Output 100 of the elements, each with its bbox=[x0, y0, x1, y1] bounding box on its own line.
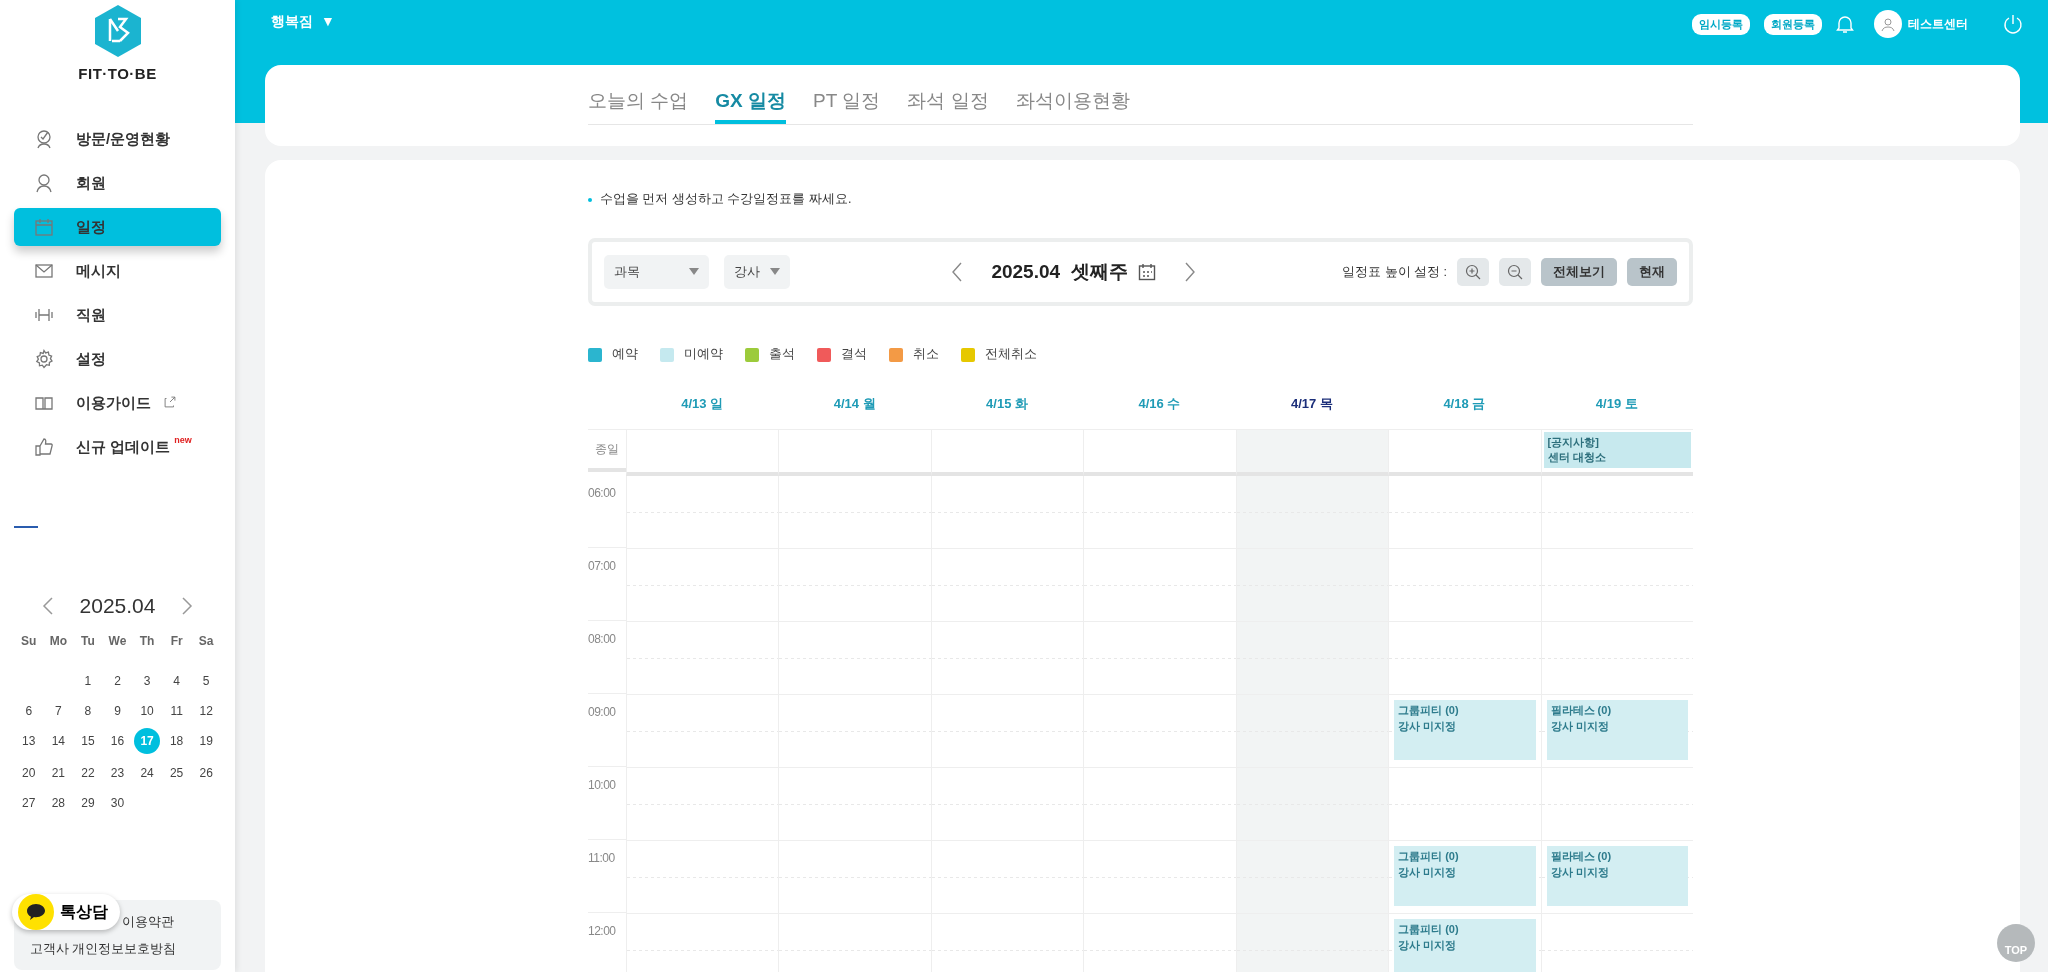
calendar-day[interactable]: 4 bbox=[163, 670, 190, 692]
calendar-day[interactable]: 7 bbox=[45, 700, 72, 722]
day-header: 4/16 수 bbox=[1083, 379, 1236, 430]
calendar-day[interactable]: 2 bbox=[104, 670, 131, 692]
previous-week-button[interactable] bbox=[951, 261, 964, 283]
privacy-policy-link[interactable]: 고객사 개인정보보호방침 bbox=[30, 941, 221, 958]
sidebar-menu-item[interactable]: 회원 bbox=[14, 164, 221, 202]
weekday-label: Su bbox=[20, 634, 38, 648]
class-event[interactable]: 그룹피티 (0) 강사 미지정 bbox=[1394, 919, 1536, 972]
view-button[interactable]: 현재 bbox=[1627, 258, 1677, 286]
calendar-day[interactable]: 26 bbox=[193, 762, 220, 784]
legend-label: 미예약 bbox=[684, 346, 723, 363]
calendar-day[interactable]: 13 bbox=[15, 730, 42, 752]
calendar-day[interactable]: 5 bbox=[193, 670, 220, 692]
chat-consult-button[interactable]: 톡상담 bbox=[12, 894, 120, 930]
day-header: 4/13 일 bbox=[626, 379, 779, 430]
calendar-day[interactable]: 30 bbox=[104, 792, 131, 814]
class-event[interactable]: 필라테스 (0) 강사 미지정 bbox=[1546, 700, 1688, 760]
legend-label: 출석 bbox=[769, 346, 795, 363]
calendar-day[interactable]: 21 bbox=[45, 762, 72, 784]
calendar-day[interactable]: 24 bbox=[134, 762, 161, 784]
tab[interactable]: 오늘의 수업 bbox=[588, 88, 689, 124]
gear-icon bbox=[34, 349, 54, 369]
day-header: 4/19 토 bbox=[1540, 379, 1693, 430]
calendar-day[interactable]: 1 bbox=[74, 670, 101, 692]
weekday-label: Mo bbox=[48, 634, 68, 648]
legend-label: 취소 bbox=[913, 346, 939, 363]
tab[interactable]: 좌석 일정 bbox=[907, 88, 989, 124]
day-header: 4/15 화 bbox=[930, 379, 1084, 430]
sidebar-menu-item[interactable]: 일정 bbox=[14, 208, 221, 246]
legend-label: 전체취소 bbox=[985, 346, 1037, 363]
sidebar-menu-item[interactable]: 직원 bbox=[14, 296, 221, 334]
next-week-button[interactable] bbox=[1183, 261, 1196, 283]
calendar-day[interactable]: 22 bbox=[74, 762, 101, 784]
tab[interactable]: PT 일정 bbox=[813, 88, 881, 124]
calendar-month: 2025.04 bbox=[79, 594, 156, 618]
tab[interactable]: GX 일정 bbox=[715, 88, 786, 124]
view-button[interactable]: 전체보기 bbox=[1541, 258, 1617, 286]
dropdown-field[interactable]: 강사 bbox=[724, 255, 790, 289]
zoom-in-icon bbox=[1465, 264, 1481, 280]
terms-link[interactable]: 이용약관 bbox=[122, 914, 174, 931]
next-month-button[interactable] bbox=[181, 596, 194, 616]
sidebar-menu-item[interactable]: 방문/운영현황 bbox=[14, 120, 221, 158]
time-label: 07:00 bbox=[588, 558, 617, 573]
calendar-day[interactable]: 8 bbox=[74, 700, 101, 722]
calendar-day[interactable]: 12 bbox=[193, 700, 220, 722]
weekday-label: We bbox=[107, 634, 128, 648]
thumbs-up-icon bbox=[34, 437, 54, 457]
calendar-day[interactable]: 20 bbox=[15, 762, 42, 784]
week-title: 2025.04 셋째주 bbox=[991, 260, 1128, 284]
calendar-day[interactable]: 11 bbox=[163, 700, 190, 722]
zoom-in-button[interactable] bbox=[1457, 258, 1489, 286]
sidebar-menu-item[interactable]: 이용가이드 bbox=[14, 384, 221, 422]
calendar-day[interactable]: 3 bbox=[134, 670, 161, 692]
tab[interactable]: 좌석이용현황 bbox=[1015, 88, 1130, 124]
dropdown-caret-icon bbox=[770, 268, 780, 276]
calendar-day[interactable]: 6 bbox=[15, 700, 42, 722]
calendar-day[interactable]: 15 bbox=[74, 730, 101, 752]
notification-bell-icon[interactable] bbox=[1836, 14, 1854, 34]
calendar-day[interactable]: 16 bbox=[104, 730, 131, 752]
time-label: 09:00 bbox=[588, 704, 617, 719]
zoom-out-icon bbox=[1507, 264, 1523, 280]
person-icon bbox=[34, 173, 54, 193]
calendar-day[interactable]: 27 bbox=[15, 792, 42, 814]
sidebar-menu-item[interactable]: 메시지 bbox=[14, 252, 221, 290]
previous-month-button[interactable] bbox=[41, 596, 54, 616]
day-header: 4/14 월 bbox=[778, 379, 931, 430]
sidebar-menu-item[interactable]: 신규 업데이트 new bbox=[14, 428, 221, 466]
class-event[interactable]: 그룹피티 (0) 강사 미지정 bbox=[1394, 846, 1536, 906]
calendar-day[interactable]: 28 bbox=[45, 792, 72, 814]
time-label: 11:00 bbox=[588, 850, 616, 865]
day-header: 4/18 금 bbox=[1388, 379, 1541, 430]
calendar-day[interactable]: 19 bbox=[193, 730, 220, 752]
calendar-icon[interactable] bbox=[1137, 263, 1156, 281]
time-label: 08:00 bbox=[588, 631, 617, 646]
time-label: 10:00 bbox=[588, 777, 617, 792]
dropdown-field[interactable]: 과목 bbox=[604, 255, 709, 289]
notice-text: 수업을 먼저 생성하고 수강일정표를 짜세요. bbox=[600, 191, 852, 208]
weekday-label: Tu bbox=[80, 634, 96, 648]
zoom-out-button[interactable] bbox=[1499, 258, 1531, 286]
class-event[interactable]: 그룹피티 (0) 강사 미지정 bbox=[1394, 700, 1536, 760]
all-day-event[interactable]: [공지사항] 센터 대청소 bbox=[1543, 432, 1691, 468]
sidebar-menu-item[interactable]: 설정 bbox=[14, 340, 221, 378]
time-label: 12:00 bbox=[588, 923, 617, 938]
all-day-label: 종일 bbox=[595, 440, 619, 458]
logo-text: FIT·TO·BE bbox=[78, 65, 157, 82]
calendar-day[interactable]: 14 bbox=[45, 730, 72, 752]
height-setting-label: 일정표 높이 설정 : bbox=[1342, 263, 1447, 281]
calendar-icon bbox=[34, 217, 54, 237]
calendar-day[interactable]: 29 bbox=[74, 792, 101, 814]
calendar-day[interactable]: 10 bbox=[134, 700, 161, 722]
weekday-label: Sa bbox=[197, 634, 215, 648]
power-icon[interactable] bbox=[2002, 13, 2024, 35]
mail-icon bbox=[34, 261, 54, 281]
calendar-day[interactable]: 25 bbox=[163, 762, 190, 784]
dropdown-caret-icon bbox=[689, 268, 699, 276]
calendar-day[interactable]: 9 bbox=[104, 700, 131, 722]
calendar-day[interactable]: 23 bbox=[104, 762, 131, 784]
calendar-day[interactable]: 18 bbox=[163, 730, 190, 752]
class-event[interactable]: 필라테스 (0) 강사 미지정 bbox=[1546, 846, 1688, 906]
